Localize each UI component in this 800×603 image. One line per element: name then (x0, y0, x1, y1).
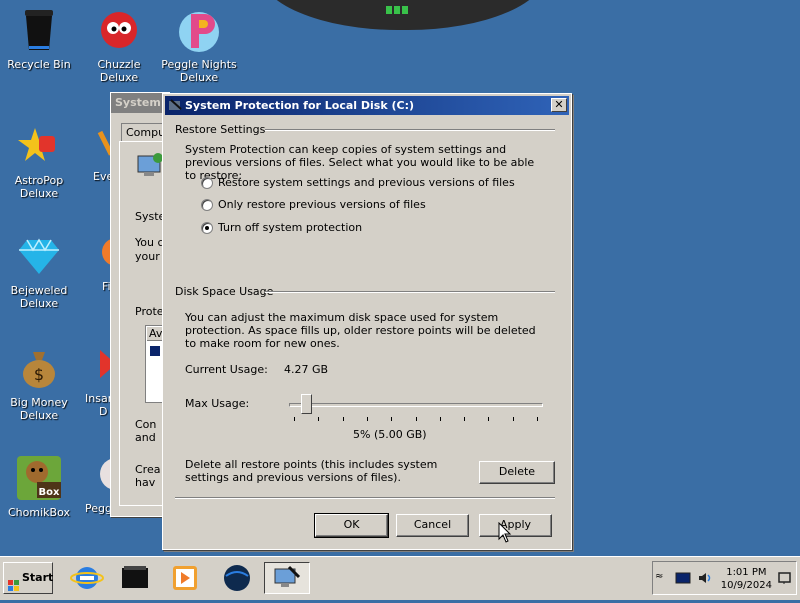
desktop-icon-label: Pegg (85, 502, 112, 515)
delete-description: Delete all restore points (this includes… (185, 458, 438, 484)
svg-text:Box: Box (39, 487, 60, 498)
internet-explorer-icon[interactable] (70, 562, 104, 594)
desktop-icon-astropop[interactable]: AstroPop Deluxe (0, 122, 78, 200)
system-properties-taskbar-icon[interactable] (264, 562, 310, 594)
drive-icon (150, 346, 160, 356)
bg-text: Crea (135, 463, 161, 476)
desktop-icon-bejeweled[interactable]: Bejeweled Deluxe (0, 232, 78, 310)
slider-tick (294, 417, 295, 421)
clock-time: 1:01 PM (726, 567, 767, 578)
desktop-icon-label: Recycle Bin (7, 58, 71, 71)
max-usage-slider-track[interactable] (289, 403, 543, 407)
recycle-bin-icon (15, 6, 63, 54)
disk-space-heading: Disk Space Usage (175, 285, 274, 298)
system-protection-icon (169, 99, 182, 112)
slider-tick (415, 417, 417, 421)
slider-tick (318, 417, 320, 421)
slider-tick (439, 417, 441, 421)
max-usage-label: Max Usage: (185, 397, 250, 410)
group-divider (265, 129, 555, 131)
mouse-cursor-icon (498, 521, 512, 544)
show-hidden-icons-button[interactable]: ≈ (655, 571, 665, 582)
disk-space-description: You can adjust the maximum disk space us… (185, 311, 536, 350)
dialog-titlebar[interactable]: System Protection for Local Disk (C:) ✕ (165, 96, 569, 115)
windows-logo-icon (8, 573, 19, 591)
slider-tick (488, 417, 490, 421)
max-usage-value: 5% (5.00 GB) (353, 428, 427, 441)
slider-tick (391, 417, 393, 421)
peggle-icon (175, 6, 223, 54)
bejeweled-icon (15, 232, 63, 280)
start-label: Start (22, 571, 54, 584)
apply-button[interactable]: Apply (479, 514, 552, 537)
desktop-icon-chomikbox[interactable]: Box ChomikBox (0, 454, 78, 519)
system-tray: ≈ 1:01 PM 10/9/2024 (652, 561, 797, 595)
radio-button[interactable] (201, 177, 213, 189)
action-center-icon[interactable] (778, 571, 792, 585)
bg-window-title: System (111, 93, 169, 113)
clock[interactable]: 1:01 PM 10/9/2024 (721, 566, 772, 592)
radio-button[interactable] (201, 222, 213, 234)
desktop-icon-label: D (99, 405, 108, 418)
money-bag-icon: $ (15, 344, 63, 392)
start-button[interactable]: Start (3, 562, 53, 594)
current-usage-value: 4.27 GB (284, 363, 329, 376)
chomikbox-icon: Box (15, 454, 63, 502)
bg-text: Con (135, 418, 157, 431)
bg-text: hav (135, 476, 156, 489)
desktop-icon-chuzzle[interactable]: Chuzzle Deluxe (80, 6, 158, 84)
desktop-icon-label: Chuzzle Deluxe (97, 58, 141, 84)
desktop-icon-label: Peggle Nights Deluxe (161, 58, 237, 84)
slider-tick (512, 417, 514, 421)
desktop-icon-recycle-bin[interactable]: Recycle Bin (0, 6, 78, 71)
taskbar: Start ≈ 1:01 PM 10/9/2024 (0, 556, 800, 600)
bg-text: You c (135, 236, 164, 249)
radio-label: Turn off system protection (218, 221, 363, 234)
system-protection-dialog[interactable]: System Protection for Local Disk (C:) ✕ … (162, 93, 572, 550)
bg-text: your (135, 250, 160, 263)
radio-label: Only restore previous versions of files (218, 198, 426, 211)
globe-app-icon[interactable] (220, 562, 254, 594)
current-usage-label: Current Usage: (185, 363, 268, 376)
slider-tick (537, 417, 538, 421)
desktop-icon-label: Big Money Deluxe (10, 396, 68, 422)
cancel-button[interactable]: Cancel (396, 514, 469, 537)
bg-text: and (135, 431, 156, 444)
system-properties-window[interactable]: System Comput Syster You c your Protec A… (110, 92, 175, 517)
group-divider (265, 291, 555, 293)
dialog-title: System Protection for Local Disk (C:) (185, 99, 415, 112)
max-usage-slider-thumb[interactable] (301, 394, 313, 414)
media-player-icon[interactable] (168, 562, 202, 594)
radio-button[interactable] (201, 199, 213, 211)
desktop-icon-label: Bejeweled Deluxe (10, 284, 68, 310)
slider-tick (464, 417, 466, 421)
desktop-icon-big-money[interactable]: $ Big Money Deluxe (0, 344, 78, 422)
ok-button[interactable]: OK (314, 513, 389, 538)
desktop-icon-label: AstroPop Deluxe (14, 174, 64, 200)
slider-tick (366, 417, 368, 421)
clock-date: 10/9/2024 (720, 580, 772, 591)
chuzzle-icon (95, 6, 143, 54)
desktop-icon-peggle[interactable]: Peggle Nights Deluxe (160, 6, 238, 84)
svg-text:$: $ (34, 365, 44, 384)
network-icon[interactable] (675, 572, 691, 585)
bottom-divider (175, 497, 555, 499)
desktop-icon-label: ChomikBox (8, 506, 70, 519)
slider-tick (342, 417, 344, 421)
volume-icon[interactable] (697, 571, 713, 585)
delete-button[interactable]: Delete (479, 461, 555, 484)
astropop-icon (15, 122, 63, 170)
restore-settings-heading: Restore Settings (175, 123, 266, 136)
media-folder-icon[interactable] (118, 562, 152, 594)
desktop-wallpaper-shape (258, 0, 548, 30)
radio-label: Restore system settings and previous ver… (218, 176, 515, 189)
close-button[interactable]: ✕ (551, 98, 567, 112)
